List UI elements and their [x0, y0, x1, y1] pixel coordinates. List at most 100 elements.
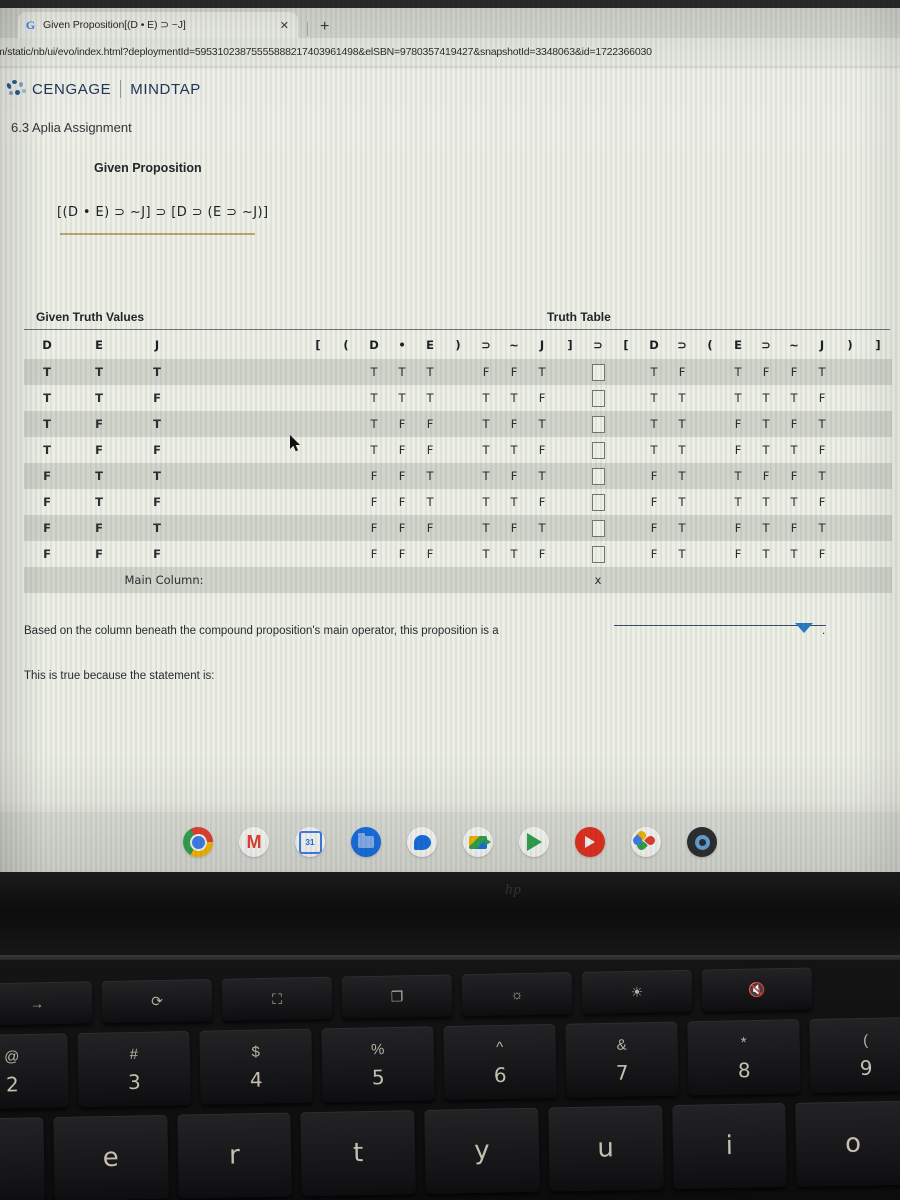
truth-value-cell — [556, 463, 584, 489]
youtube-icon[interactable] — [575, 827, 605, 857]
truth-value-cell: F — [398, 469, 406, 483]
gmail-icon[interactable]: M — [239, 827, 269, 857]
main-column-input[interactable] — [584, 437, 612, 463]
chat-icon[interactable] — [407, 827, 437, 857]
truth-value-cell — [556, 489, 584, 515]
truth-value-cell — [304, 463, 332, 489]
truth-value-input[interactable] — [591, 545, 605, 563]
truth-value-cell — [556, 515, 584, 541]
truth-value-cell: T — [426, 469, 434, 483]
browser-tab[interactable]: G Given Proposition[(D • E) ⊃ ~J] ✕ — [18, 12, 298, 38]
letter-key-t[interactable]: t — [300, 1110, 416, 1197]
files-icon[interactable] — [351, 827, 381, 857]
number-key-7[interactable]: & 7 — [565, 1021, 679, 1098]
key-shift-glyph: $ — [251, 1043, 261, 1061]
truth-value-input[interactable] — [591, 389, 605, 407]
truth-value-cell: T — [650, 391, 658, 405]
number-key-6[interactable]: ^ 6 — [443, 1023, 557, 1101]
letter-key-i[interactable]: i — [671, 1102, 788, 1190]
truth-value-cell — [696, 489, 724, 515]
truth-value-cell — [332, 437, 360, 463]
truth-value-cell: T — [510, 443, 518, 457]
close-icon[interactable]: ✕ — [277, 19, 292, 32]
truth-value-cell — [332, 411, 360, 437]
truth-value-cell — [836, 541, 864, 567]
truth-value-cell — [836, 463, 864, 489]
main-column-spacer — [752, 567, 780, 593]
main-column-spacer — [528, 567, 556, 593]
number-key-8[interactable]: * 8 — [687, 1019, 801, 1096]
function-key-4[interactable]: ☼ — [461, 972, 573, 1017]
browser-url-bar[interactable]: m/static/nb/ui/evo/index.html?deployment… — [0, 38, 900, 66]
function-key-0[interactable]: → — [0, 981, 93, 1026]
chevron-down-icon[interactable] — [795, 623, 813, 633]
letter-key-y[interactable]: y — [424, 1107, 540, 1194]
function-key-glyph: → — [29, 995, 45, 1012]
truth-value-cell — [864, 411, 892, 437]
letter-key-w[interactable]: w — [0, 1117, 45, 1200]
settings-icon[interactable] — [687, 827, 717, 857]
truth-value-cell — [864, 359, 892, 385]
column-header-d: D — [42, 338, 52, 352]
function-key-3[interactable]: ❐ — [341, 974, 453, 1019]
photos-icon[interactable] — [631, 827, 661, 857]
play-store-icon[interactable] — [519, 827, 549, 857]
truth-value-cell: F — [734, 443, 742, 457]
truth-value-input[interactable] — [591, 363, 605, 381]
truth-value-cell — [556, 437, 584, 463]
main-column-input[interactable] — [584, 359, 612, 385]
number-key-5[interactable]: % 5 — [321, 1026, 435, 1103]
truth-value-cell: T — [538, 417, 546, 431]
truth-value-input[interactable] — [591, 493, 605, 511]
key-number-glyph: 8 — [737, 1057, 751, 1082]
calendar-icon[interactable]: 31 — [295, 827, 325, 857]
main-column-input[interactable] — [584, 515, 612, 541]
truth-value-cell: F — [734, 417, 742, 431]
function-key-2[interactable]: ⛶ — [221, 976, 333, 1021]
truth-value-cell — [864, 385, 892, 411]
function-key-row: → ⟳ ⛶ ❐ ☼ ☀ 🔇 — [0, 965, 900, 1026]
number-key-4[interactable]: $4 — [199, 1028, 313, 1105]
table-row: FTFFFTTTFFTTTTF — [24, 489, 892, 515]
truth-value-input[interactable] — [591, 441, 605, 459]
truth-value-cell — [612, 541, 640, 567]
letter-key-o[interactable]: o — [795, 1100, 900, 1187]
truth-value-cell — [696, 463, 724, 489]
truth-value-cell — [612, 515, 640, 541]
column-header-j: J — [154, 338, 160, 352]
function-key-1[interactable]: ⟳ — [101, 978, 213, 1024]
google-g-icon: G — [25, 17, 36, 32]
function-key-6[interactable]: 🔇 — [701, 967, 813, 1012]
number-key-9[interactable]: (9 — [809, 1016, 900, 1094]
expr-header-7: ~ — [509, 338, 519, 352]
letter-key-u[interactable]: u — [547, 1105, 664, 1192]
new-tab-button[interactable]: + — [320, 19, 329, 35]
main-column-label: Main Column: — [124, 573, 204, 587]
key-shift-glyph: & — [616, 1036, 627, 1054]
main-column-input[interactable] — [584, 541, 612, 567]
letter-key-e[interactable]: e — [53, 1114, 169, 1200]
number-key-2[interactable]: @2 — [0, 1033, 69, 1110]
assignment-bar: 6.3 Aplia Assignment — [0, 109, 900, 146]
expr-header-8: J — [539, 338, 545, 352]
truth-value-cell — [304, 515, 332, 541]
chrome-icon[interactable] — [183, 827, 213, 857]
number-key-3[interactable]: #3 — [77, 1030, 191, 1108]
truth-value-input[interactable] — [591, 415, 605, 433]
truth-value-cell — [304, 411, 332, 437]
truth-value-input[interactable] — [591, 467, 605, 485]
truth-value-cell — [612, 385, 640, 411]
function-key-5[interactable]: ☀ — [581, 969, 693, 1014]
main-column-input[interactable] — [584, 463, 612, 489]
truth-value-cell: T — [734, 469, 742, 483]
main-column-input[interactable] — [584, 411, 612, 437]
main-column-input[interactable] — [584, 385, 612, 411]
url-text: m/static/nb/ui/evo/index.html?deployment… — [0, 46, 652, 58]
truth-value-cell — [836, 489, 864, 515]
laptop-bezel — [0, 872, 900, 960]
meet-icon[interactable] — [463, 827, 493, 857]
truth-value-input[interactable] — [591, 519, 605, 537]
table-gap — [186, 541, 304, 567]
main-column-input[interactable] — [584, 489, 612, 515]
letter-key-r[interactable]: r — [176, 1112, 293, 1199]
